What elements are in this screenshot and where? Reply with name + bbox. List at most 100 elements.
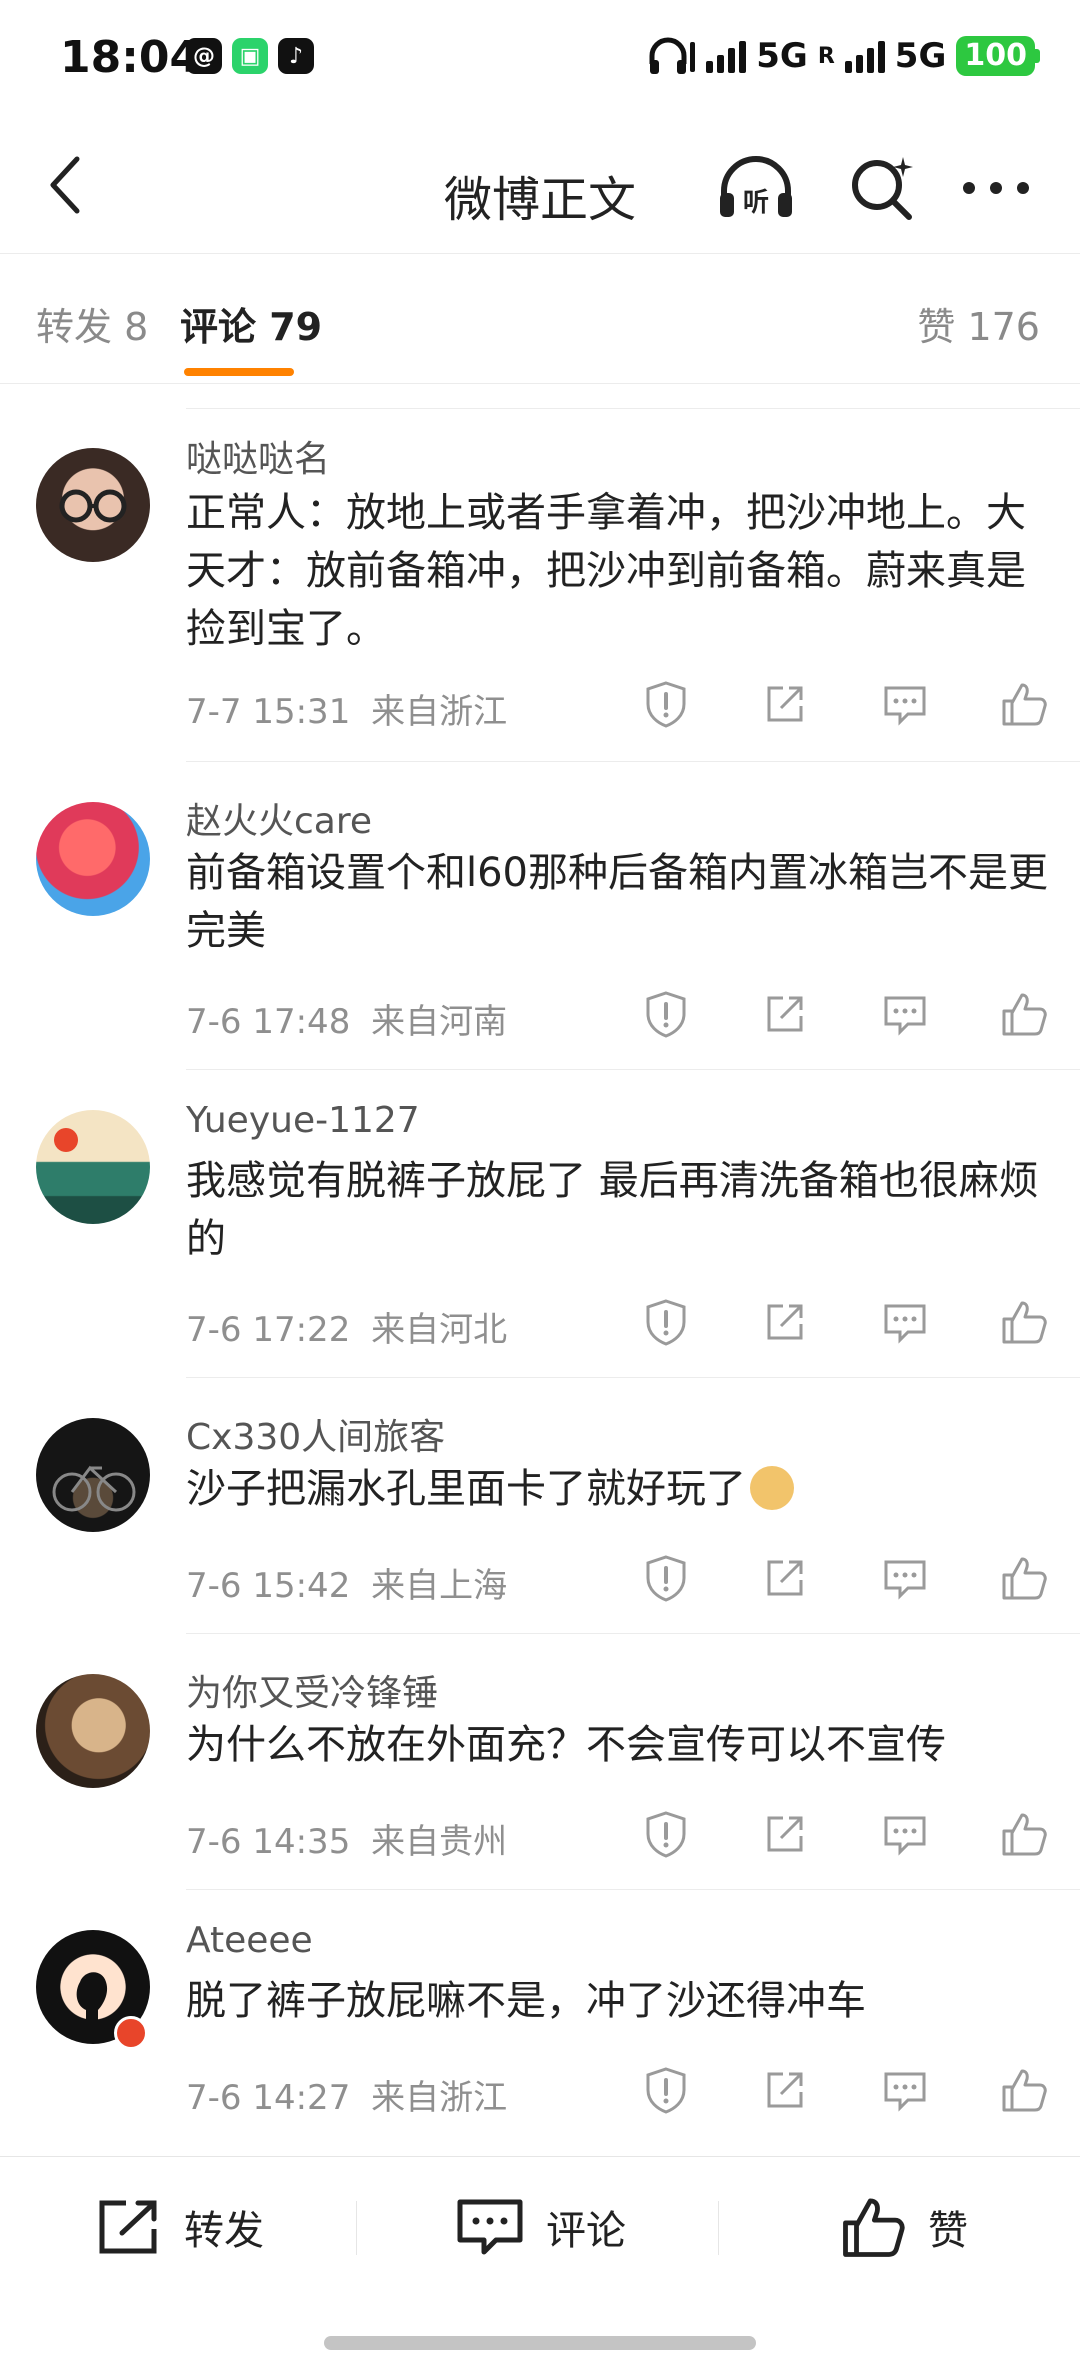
sun-icon [54,1128,78,1152]
reply-button[interactable] [879,678,931,730]
report-shield-icon [646,991,686,1038]
comment-location: 来自河南 [371,1002,508,1042]
comment-actions [640,678,1050,730]
comment-item: Yueyue-1127 我感觉有脱裤子放屁了 最后再清洗备箱也很麻烦的 7-6 … [0,1070,1080,1378]
tiktok-icon: ♪ [278,38,314,74]
comment-text: 沙子把漏水孔里面卡了就好玩了 [186,1460,1056,1518]
reply-button[interactable] [879,1296,931,1348]
thumbs-up-icon [1002,2069,1047,2112]
network-type-1: 5G [756,36,808,76]
bottom-action-bar: 转发 评论 赞 [0,2156,1080,2296]
report-button[interactable] [640,678,692,730]
tab-bar: 转发 8 评论 79 赞 176 [0,254,1080,384]
comment-item: Ateeee 脱了裤子放屁嘛不是，冲了沙还得冲车 7-6 14:27 来自浙江 [0,1890,1080,2146]
comment-actions [640,1296,1050,1348]
reply-button[interactable] [879,2064,931,2116]
bottom-repost-button[interactable]: 转发 [96,2187,264,2267]
comment-item: Cx330人间旅客 沙子把漏水孔里面卡了就好玩了 7-6 15:42 来自上海 [0,1378,1080,1634]
share-icon [767,686,803,722]
comment-time: 7-6 14:35 [186,1822,351,1862]
share-icon [767,1560,803,1596]
comment-meta: 7-6 15:42 来自上海 [186,1558,507,1607]
report-button[interactable] [640,1808,692,1860]
share-button[interactable] [759,1552,811,1604]
avatar[interactable] [36,1418,150,1532]
comment-text: 前备箱设置个和l60那种后备箱内置冰箱岂不是更完美 [186,850,1049,954]
comment-icon [457,2199,523,2255]
comment-meta: 7-6 17:22 来自河北 [186,1302,507,1351]
reply-button[interactable] [879,1808,931,1860]
share-button[interactable] [759,1296,811,1348]
avatar[interactable] [36,1110,150,1224]
share-button[interactable] [759,678,811,730]
listen-button[interactable]: 听 [716,148,796,228]
share-icon [767,2072,803,2108]
verified-badge-icon [114,2016,148,2050]
like-button[interactable] [998,678,1050,730]
bicycle-icon [52,1465,136,1512]
comment-time: 7-6 15:42 [186,1566,351,1606]
share-button[interactable] [759,988,811,1040]
share-button[interactable] [759,2064,811,2116]
report-button[interactable] [640,988,692,1040]
doge-emoji-icon [750,1466,794,1510]
comment-actions [640,2064,1050,2116]
comment-meta: 7-6 14:27 来自浙江 [186,2070,507,2119]
comment-text: 为什么不放在外面充？不会宣传可以不宣传 [186,1722,946,1768]
comment-bubble-icon [884,686,926,726]
bottom-comment-label: 评论 [546,2208,626,2254]
more-button[interactable] [956,148,1036,228]
avatar[interactable] [36,1674,150,1788]
comment-username[interactable]: Ateeee [186,1920,313,1961]
tab-repost[interactable]: 转发 8 [36,296,148,351]
repost-icon [99,2200,157,2254]
report-shield-icon [646,1555,686,1602]
comment-time: 7-6 17:22 [186,1310,351,1350]
signal-icon-2 [844,39,885,73]
report-button[interactable] [640,2064,692,2116]
home-indicator[interactable] [324,2336,756,2350]
avatar[interactable] [36,802,150,916]
status-bar: 18:04 @ ▣ ♪ 5G R 5G 100 [0,0,1080,120]
report-shield-icon [646,1811,686,1858]
comment-username[interactable]: 哒哒哒名 [186,430,330,482]
thumbs-up-icon [1002,1557,1047,1600]
comment-username[interactable]: 赵火火care [186,792,372,844]
like-button[interactable] [998,1296,1050,1348]
tab-like[interactable]: 赞 176 [917,296,1040,351]
like-button[interactable] [998,1552,1050,1604]
report-button[interactable] [640,1296,692,1348]
like-button[interactable] [998,988,1050,1040]
search-button[interactable] [842,148,922,228]
comment-actions [640,1552,1050,1604]
comment-username[interactable]: Cx330人间旅客 [186,1408,445,1460]
status-app-icons: @ ▣ ♪ [186,38,314,74]
comment-time: 7-6 14:27 [186,2078,351,2118]
comment-username[interactable]: Yueyue-1127 [186,1100,420,1141]
thumbs-up-icon [1002,1813,1047,1856]
comment-meta: 7-6 14:35 来自贵州 [186,1814,507,1863]
comment-meta: 7-7 15:31 来自浙江 [186,684,507,733]
headphone-listen-icon: 听 [720,156,792,218]
share-button[interactable] [759,1808,811,1860]
avatar[interactable] [36,448,150,562]
comment-text: 我感觉有脱裤子放屁了 最后再清洗备箱也很麻烦的 [186,1158,1039,1262]
bottom-like-button[interactable]: 赞 [840,2187,968,2267]
nav-bar: 微博正文 听 [0,120,1080,254]
thumbs-up-icon [1002,993,1047,1036]
bottom-comment-button[interactable]: 评论 [456,2187,626,2267]
search-icon [852,157,913,220]
reply-button[interactable] [879,988,931,1040]
thumbs-up-icon [1002,683,1047,726]
more-dots-icon [963,182,1029,194]
like-button[interactable] [998,2064,1050,2116]
app-notification-icon: @ [186,38,222,74]
reply-button[interactable] [879,1552,931,1604]
like-button[interactable] [998,1808,1050,1860]
comment-item: 哒哒哒名 正常人：放地上或者手拿着冲，把沙冲地上。大天才：放前备箱冲，把沙冲到前… [0,408,1080,762]
tab-comment[interactable]: 评论 79 [180,296,322,351]
comment-username[interactable]: 为你又受冷锋锤 [186,1664,438,1716]
bottom-like-label: 赞 [928,2208,968,2254]
comment-location: 来自贵州 [371,1822,508,1862]
report-button[interactable] [640,1552,692,1604]
